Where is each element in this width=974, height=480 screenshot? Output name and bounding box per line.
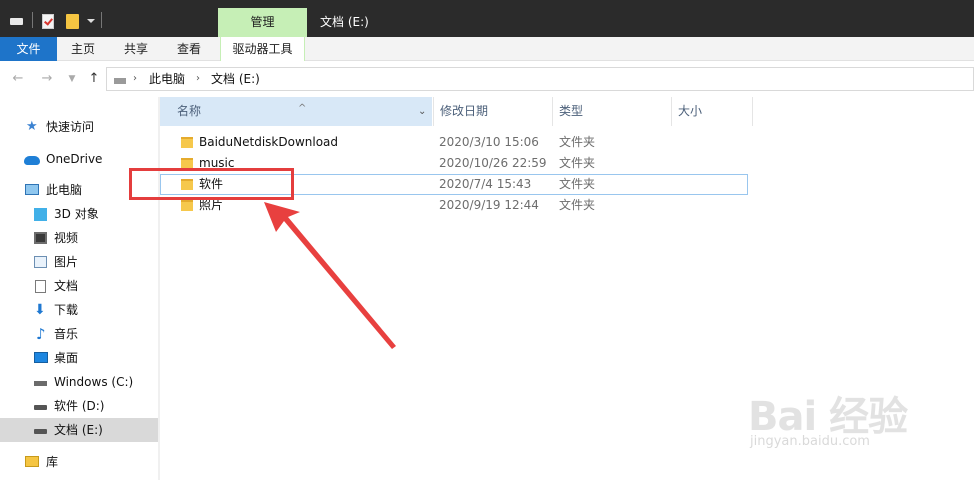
sidebar-item-videos[interactable]: 视频	[0, 226, 158, 250]
address-bar[interactable]: › 此电脑 › 文档 (E:)	[106, 67, 974, 91]
sidebar-item-label: OneDrive	[46, 152, 103, 166]
chevron-right-icon[interactable]: ›	[133, 68, 137, 90]
sidebar-item-label: 3D 对象	[54, 207, 99, 221]
column-header-type[interactable]: 类型	[552, 97, 671, 126]
column-header-label: 名称	[177, 104, 202, 118]
tab-manage[interactable]: 管理	[218, 8, 307, 37]
download-icon: ⬇	[34, 302, 46, 318]
column-header-date[interactable]: 修改日期	[433, 97, 552, 126]
sidebar-item-label: 图片	[54, 255, 79, 269]
sidebar-item-label: 快速访问	[46, 120, 95, 134]
sidebar-item-music[interactable]: ♪ 音乐	[0, 322, 158, 346]
title-bar: 管理 文档 (E:)	[0, 0, 974, 37]
drive-icon	[34, 405, 47, 410]
computer-icon	[25, 184, 39, 195]
sidebar-item-documents[interactable]: 文档	[0, 274, 158, 298]
file-date: 2020/10/26 22:59	[439, 156, 547, 170]
chevron-down-icon[interactable]: ⌄	[418, 97, 426, 126]
music-icon: ♪	[36, 325, 46, 343]
file-type: 文件夹	[559, 156, 596, 170]
sidebar-item-drive-d[interactable]: 软件 (D:)	[0, 394, 158, 418]
sidebar-item-label: 文档 (E:)	[54, 423, 103, 437]
file-date: 2020/3/10 15:06	[439, 135, 539, 149]
library-icon	[25, 456, 39, 467]
breadcrumb-this-pc[interactable]: 此电脑	[149, 68, 185, 90]
document-icon	[35, 280, 46, 293]
sidebar-item-3d-objects[interactable]: 3D 对象	[0, 202, 158, 226]
divider	[32, 12, 33, 28]
picture-icon	[34, 256, 47, 268]
star-icon: ★	[26, 119, 38, 134]
breadcrumb-documents-e[interactable]: 文档 (E:)	[211, 68, 260, 90]
file-date: 2020/7/4 15:43	[439, 177, 532, 191]
annotation-highlight-box	[129, 168, 294, 200]
tab-file[interactable]: 文件	[0, 37, 57, 61]
file-row[interactable]: BaiduNetdiskDownload 2020/3/10 15:06 文件夹	[160, 132, 748, 153]
sidebar-item-label: 文档	[54, 279, 79, 293]
sidebar-item-label: 库	[46, 455, 59, 469]
sidebar-item-drive-e[interactable]: 文档 (E:)	[0, 418, 158, 442]
file-type: 文件夹	[559, 135, 596, 149]
sidebar-item-quick-access[interactable]: ★ 快速访问	[0, 115, 158, 139]
up-arrow-icon[interactable]: ↑	[86, 71, 102, 87]
recent-locations-chevron-icon[interactable]: ▼	[64, 71, 80, 87]
file-name: BaiduNetdiskDownload	[199, 135, 339, 149]
sidebar-item-label: 此电脑	[46, 183, 83, 197]
chevron-right-icon[interactable]: ›	[196, 68, 200, 90]
cloud-icon	[24, 156, 40, 165]
folder-icon	[181, 200, 193, 211]
sidebar-item-windows-c[interactable]: Windows (C:)	[0, 370, 158, 394]
drive-icon	[114, 78, 126, 84]
file-type: 文件夹	[559, 177, 596, 191]
video-icon	[34, 232, 47, 244]
tab-share[interactable]: 共享	[109, 37, 163, 61]
drive-icon[interactable]	[10, 18, 23, 25]
drive-icon	[34, 429, 47, 434]
customize-toolbar-chevron-icon[interactable]	[87, 19, 95, 23]
column-headers: 名称 ^ ⌄ 修改日期 类型 大小	[160, 97, 974, 126]
tab-drive-tools[interactable]: 驱动器工具	[220, 37, 305, 61]
sidebar-item-label: 桌面	[54, 351, 79, 365]
back-arrow-icon[interactable]: ←	[10, 71, 26, 87]
folder-icon	[181, 137, 193, 148]
baidu-jingyan-watermark: Bai 经验 jingyan.baidu.com	[748, 384, 938, 454]
new-folder-icon[interactable]	[66, 14, 79, 29]
divider	[101, 12, 102, 28]
windows-drive-icon	[34, 381, 47, 386]
sort-ascending-icon: ^	[298, 103, 307, 114]
sidebar-item-label: 音乐	[54, 327, 79, 341]
navigation-bar: ← → ▼ ↑ › 此电脑 › 文档 (E:)	[0, 61, 974, 97]
sidebar-item-desktop[interactable]: 桌面	[0, 346, 158, 370]
window-title: 文档 (E:)	[320, 15, 369, 29]
tab-home[interactable]: 主页	[57, 37, 109, 61]
sidebar-item-label: 视频	[54, 231, 79, 245]
sidebar-item-label: 软件 (D:)	[54, 399, 105, 413]
sidebar-item-label: Windows (C:)	[54, 375, 134, 389]
forward-arrow-icon[interactable]: →	[39, 71, 55, 87]
desktop-icon	[34, 352, 48, 363]
sidebar-item-label: 下载	[54, 303, 79, 317]
navigation-pane: ★ 快速访问 OneDrive 此电脑 3D 对象 视频 图片 文档 ⬇ 下载 …	[0, 97, 160, 480]
column-header-name[interactable]: 名称 ^ ⌄	[160, 97, 432, 126]
cube-icon	[34, 208, 47, 221]
file-explorer-window: 管理 文档 (E:) 文件 主页 共享 查看 驱动器工具 ← → ▼ ↑ › 此…	[0, 0, 974, 480]
properties-icon[interactable]	[42, 14, 54, 29]
sidebar-item-pictures[interactable]: 图片	[0, 250, 158, 274]
watermark-url: jingyan.baidu.com	[750, 434, 870, 449]
column-header-size[interactable]: 大小	[671, 97, 753, 126]
ribbon-tabs: 文件 主页 共享 查看 驱动器工具	[0, 37, 974, 61]
sidebar-item-downloads[interactable]: ⬇ 下载	[0, 298, 158, 322]
file-type: 文件夹	[559, 198, 596, 212]
tab-view[interactable]: 查看	[163, 37, 215, 61]
sidebar-item-libraries[interactable]: 库	[0, 450, 158, 474]
file-date: 2020/9/19 12:44	[439, 198, 539, 212]
